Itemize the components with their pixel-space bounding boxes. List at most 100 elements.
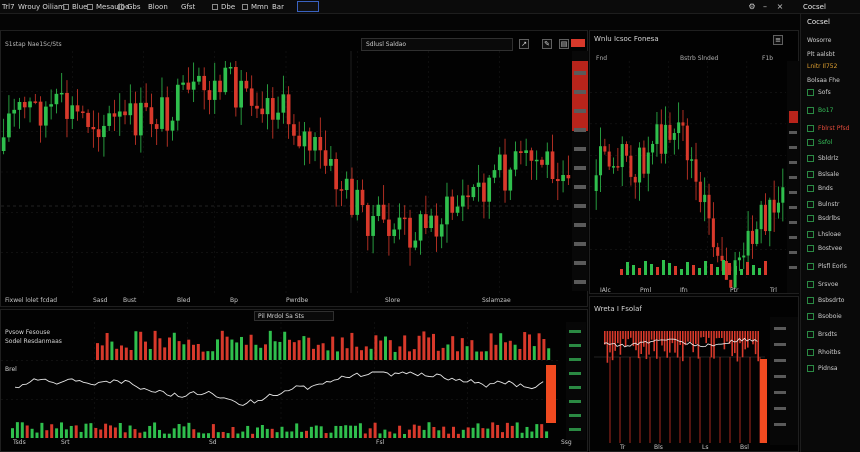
volume-bar	[540, 424, 544, 438]
candle	[638, 147, 642, 183]
candle	[228, 66, 233, 69]
price-axis-tick	[574, 261, 586, 265]
candle	[165, 97, 170, 131]
sidebar-row[interactable]: Rhoitbs	[807, 348, 856, 358]
sidebar-row[interactable]: Bnds	[807, 184, 856, 194]
sidebar-row-label: Bslsale	[818, 171, 840, 178]
histogram-bar	[254, 344, 258, 360]
right-chart-panel[interactable]: Wnlu Icsoc Fonesa Fnd Bstrb Slnded F1b ≡…	[589, 30, 799, 294]
minimize-icon[interactable]: –	[760, 2, 770, 12]
toolbar-item-2[interactable]: Blue	[63, 2, 88, 12]
toolbar-search-input[interactable]	[297, 1, 319, 12]
sidebar-row[interactable]: Bostvee	[807, 244, 856, 254]
candle	[566, 174, 571, 179]
sidebar-row[interactable]: Bslsale	[807, 170, 856, 180]
candle	[603, 146, 607, 152]
volume-bar	[698, 268, 701, 275]
volume-bar	[177, 424, 181, 438]
volume-bar	[456, 433, 460, 438]
sidebar-row[interactable]: Fblrst Pfsd	[807, 124, 856, 134]
right-footer-label-2: Ifn	[680, 287, 688, 294]
indicator-footer-1: Srt	[61, 439, 70, 446]
candle	[677, 122, 681, 134]
histogram-bar	[432, 333, 435, 360]
histogram-bar	[110, 341, 114, 360]
sidebar-row[interactable]: Brsdts	[807, 330, 856, 340]
volume-bar	[442, 426, 446, 438]
candle	[286, 94, 291, 125]
volume-bar	[231, 426, 235, 438]
toolbar-item-6[interactable]: Gfst	[181, 2, 195, 12]
histogram-bar	[244, 344, 248, 360]
price-axis-tick	[789, 251, 797, 254]
candle	[350, 178, 354, 215]
toolbar-item-7[interactable]: Dbe	[212, 2, 235, 12]
candle	[768, 199, 772, 232]
histogram-bar	[715, 331, 718, 339]
volume-bar	[638, 268, 641, 275]
candle	[86, 112, 90, 127]
sidebar-row[interactable]: Bolsaa Fhe	[807, 76, 856, 86]
sidebar-row[interactable]: Bo17	[807, 106, 856, 116]
sidebar-row[interactable]: Wosorre	[807, 36, 856, 46]
candle	[302, 131, 307, 147]
candle	[191, 81, 196, 90]
candle	[503, 154, 507, 191]
sidebar-row[interactable]: Pidnsa	[807, 364, 856, 374]
histogram-bar	[321, 343, 325, 360]
sidebar-row[interactable]: Bsbsdrto	[807, 296, 856, 306]
candle	[755, 229, 759, 244]
candle	[659, 124, 663, 154]
sidebar-row[interactable]: Sbldrlz	[807, 154, 856, 164]
toolbar-item-8[interactable]: Mmn	[242, 2, 268, 12]
volume-bar	[545, 431, 549, 438]
histogram-bar	[695, 331, 697, 345]
candle	[160, 97, 164, 129]
toolbar-item-1[interactable]: Wrouy Oiliam	[18, 2, 65, 12]
sidebar-row[interactable]: Plsfl Eorls	[807, 262, 856, 272]
sidebar-row-label: Wosorre	[807, 37, 832, 44]
histogram-bar	[741, 331, 744, 358]
toolbar-item-5[interactable]: Bloon	[148, 2, 168, 12]
settings-icon[interactable]: ⚙	[747, 2, 757, 12]
sidebar-row[interactable]: Bsdrlbs	[807, 214, 856, 224]
candle	[365, 205, 370, 236]
toolbar-item-4[interactable]: Gbs	[118, 2, 141, 12]
sidebar-row[interactable]: Lhsloae	[807, 230, 856, 240]
close-icon[interactable]: ×	[775, 2, 785, 12]
candle	[207, 90, 212, 100]
volume-bar	[113, 427, 117, 438]
candle	[249, 88, 254, 106]
sidebar-row[interactable]: Bsoboie	[807, 312, 856, 322]
sidebar-row[interactable]: Lnitr Il752	[807, 62, 856, 72]
histogram-bar	[393, 351, 397, 360]
candle	[376, 204, 381, 217]
sidebar-row[interactable]: Ssfol	[807, 138, 856, 148]
main-chart-panel[interactable]: S1stap Nae1Sc/Sts Sdlusl Saldao ↗ ✎ ▤ Fi…	[0, 30, 588, 307]
volume-bar	[383, 429, 387, 438]
toolbar-item-0[interactable]: Trl7	[2, 2, 15, 12]
axis-tick	[774, 359, 786, 362]
histogram-bar	[635, 331, 637, 351]
toolbar-item-9[interactable]: Bar	[272, 2, 284, 12]
sidebar-row[interactable]: Plt aalsbt	[807, 50, 856, 60]
histogram-bar	[331, 336, 335, 360]
sidebar-row[interactable]: Srsvoe	[807, 280, 856, 290]
sidebar-row-label: Bnds	[818, 185, 833, 192]
volume-bar	[182, 426, 186, 438]
sidebar-row[interactable]: Sofs	[807, 88, 856, 98]
volume-bar	[349, 425, 353, 438]
candle	[329, 158, 333, 166]
volume-bar	[94, 427, 98, 438]
volume-bar	[373, 422, 377, 438]
indicator-panel[interactable]: Pvsow Fesouse Sodel Resdanmaas Brel Pil …	[0, 309, 588, 452]
candle	[397, 217, 402, 230]
candle	[402, 217, 407, 220]
candle	[429, 215, 433, 229]
bottom-right-panel[interactable]: Wreta I Fsolaf Tr Bls Ls Bsl	[589, 296, 799, 452]
row-status-icon	[807, 245, 814, 252]
candle	[270, 98, 275, 120]
histogram-bar	[240, 336, 243, 360]
sidebar-row[interactable]: Bulnstr	[807, 200, 856, 210]
histogram-bar	[249, 334, 253, 360]
